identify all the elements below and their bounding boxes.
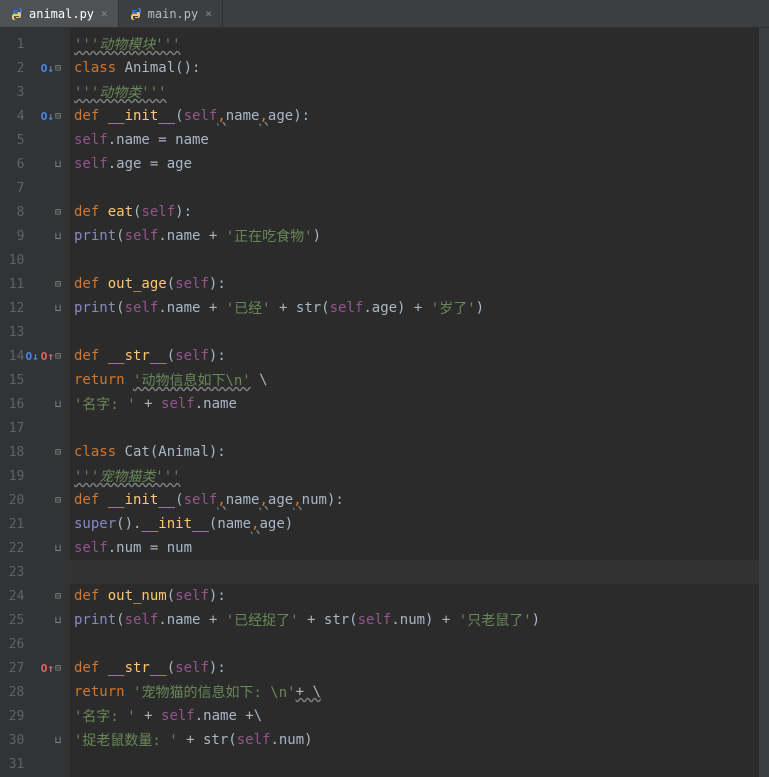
tab-label: animal.py [29, 7, 94, 21]
code-line[interactable] [70, 416, 769, 440]
fold-icon[interactable]: ⊟ [54, 111, 62, 122]
line-number: 9 [0, 229, 24, 244]
line-number: 1 [0, 37, 24, 52]
gutter: 1 2O↓⊟ 3 4O↓⊟ 5 6⊔ 7 8⊟ 9⊔ 10 11⊟ 12⊔ 13… [0, 28, 70, 777]
code-line[interactable]: print(self.name + '已经捉了' + str(self.num)… [70, 608, 769, 632]
line-number: 17 [0, 421, 24, 436]
code-line[interactable]: '名字: ' + self.name [70, 392, 769, 416]
override-up-icon[interactable]: O↑ [41, 662, 54, 675]
code-line[interactable]: class Cat(Animal): [70, 440, 769, 464]
fold-icon[interactable]: ⊟ [54, 495, 62, 506]
line-number: 4 [0, 109, 24, 124]
code-line-current[interactable] [70, 560, 769, 584]
close-icon[interactable]: × [101, 7, 108, 20]
line-number: 12 [0, 301, 24, 316]
code-line[interactable]: def out_age(self): [70, 272, 769, 296]
code-line[interactable]: return '动物信息如下\n' \ [70, 368, 769, 392]
line-number: 25 [0, 613, 24, 628]
line-number: 20 [0, 493, 24, 508]
line-number: 22 [0, 541, 24, 556]
line-number: 8 [0, 205, 24, 220]
fold-icon[interactable]: ⊟ [54, 351, 62, 362]
code-line[interactable]: def __init__(self,name,age): [70, 104, 769, 128]
editor-tabs: animal.py × main.py × [0, 0, 769, 28]
code-line[interactable]: def out_num(self): [70, 584, 769, 608]
line-number: 26 [0, 637, 24, 652]
python-file-icon [10, 7, 24, 21]
line-number: 6 [0, 157, 24, 172]
code-line[interactable]: print(self.name + '已经' + str(self.age) +… [70, 296, 769, 320]
tab-animal-py[interactable]: animal.py × [0, 0, 119, 27]
fold-icon[interactable]: ⊟ [54, 279, 62, 290]
code-line[interactable] [70, 320, 769, 344]
fold-icon[interactable]: ⊟ [54, 63, 62, 74]
fold-icon[interactable]: ⊟ [54, 447, 62, 458]
fold-end-icon[interactable]: ⊔ [54, 615, 62, 626]
code-area[interactable]: '''动物模块''' class Animal(): '''动物类''' def… [70, 28, 769, 777]
fold-end-icon[interactable]: ⊔ [54, 303, 62, 314]
fold-end-icon[interactable]: ⊔ [54, 543, 62, 554]
line-number: 16 [0, 397, 24, 412]
tab-label: main.py [148, 7, 199, 21]
code-line[interactable]: '''宠物猫类''' [70, 464, 769, 488]
line-number: 23 [0, 565, 24, 580]
fold-end-icon[interactable]: ⊔ [54, 735, 62, 746]
line-number: 13 [0, 325, 24, 340]
code-line[interactable]: return '宠物猫的信息如下: \n'+ \ [70, 680, 769, 704]
line-number: 19 [0, 469, 24, 484]
code-line[interactable] [70, 248, 769, 272]
code-line[interactable] [70, 752, 769, 776]
fold-end-icon[interactable]: ⊔ [54, 159, 62, 170]
code-line[interactable]: '''动物类''' [70, 80, 769, 104]
fold-icon[interactable]: ⊟ [54, 591, 62, 602]
line-number: 11 [0, 277, 24, 292]
line-number: 2 [0, 61, 24, 76]
code-line[interactable]: def __str__(self): [70, 344, 769, 368]
code-line[interactable]: def __str__(self): [70, 656, 769, 680]
override-down-icon[interactable]: O↓ [26, 350, 39, 363]
line-number: 27 [0, 661, 24, 676]
line-number: 24 [0, 589, 24, 604]
line-number: 29 [0, 709, 24, 724]
code-line[interactable]: def __init__(self,name,age,num): [70, 488, 769, 512]
fold-end-icon[interactable]: ⊔ [54, 231, 62, 242]
line-number: 10 [0, 253, 24, 268]
line-number: 7 [0, 181, 24, 196]
line-number: 28 [0, 685, 24, 700]
close-icon[interactable]: × [205, 7, 212, 20]
code-line[interactable]: '名字: ' + self.name +\ [70, 704, 769, 728]
line-number: 15 [0, 373, 24, 388]
code-line[interactable]: super().__init__(name,age) [70, 512, 769, 536]
python-file-icon [129, 7, 143, 21]
code-line[interactable] [70, 176, 769, 200]
override-down-icon[interactable]: O↓ [41, 62, 54, 75]
override-down-icon[interactable]: O↓ [41, 110, 54, 123]
line-number: 18 [0, 445, 24, 460]
code-line[interactable]: self.num = num [70, 536, 769, 560]
code-line[interactable]: '捉老鼠数量: ' + str(self.num) [70, 728, 769, 752]
line-number: 3 [0, 85, 24, 100]
code-line[interactable]: def eat(self): [70, 200, 769, 224]
code-line[interactable]: '''动物模块''' [70, 32, 769, 56]
line-number: 14 [0, 349, 24, 364]
line-number: 21 [0, 517, 24, 532]
line-number: 5 [0, 133, 24, 148]
fold-end-icon[interactable]: ⊔ [54, 399, 62, 410]
vertical-scrollbar[interactable] [759, 28, 769, 777]
override-up-icon[interactable]: O↑ [41, 350, 54, 363]
code-line[interactable]: class Animal(): [70, 56, 769, 80]
code-line[interactable]: self.age = age [70, 152, 769, 176]
tab-main-py[interactable]: main.py × [119, 0, 223, 27]
fold-icon[interactable]: ⊟ [54, 663, 62, 674]
code-line[interactable] [70, 632, 769, 656]
code-editor[interactable]: 1 2O↓⊟ 3 4O↓⊟ 5 6⊔ 7 8⊟ 9⊔ 10 11⊟ 12⊔ 13… [0, 28, 769, 777]
line-number: 31 [0, 757, 24, 772]
code-line[interactable]: print(self.name + '正在吃食物') [70, 224, 769, 248]
line-number: 30 [0, 733, 24, 748]
code-line[interactable]: self.name = name [70, 128, 769, 152]
fold-icon[interactable]: ⊟ [54, 207, 62, 218]
